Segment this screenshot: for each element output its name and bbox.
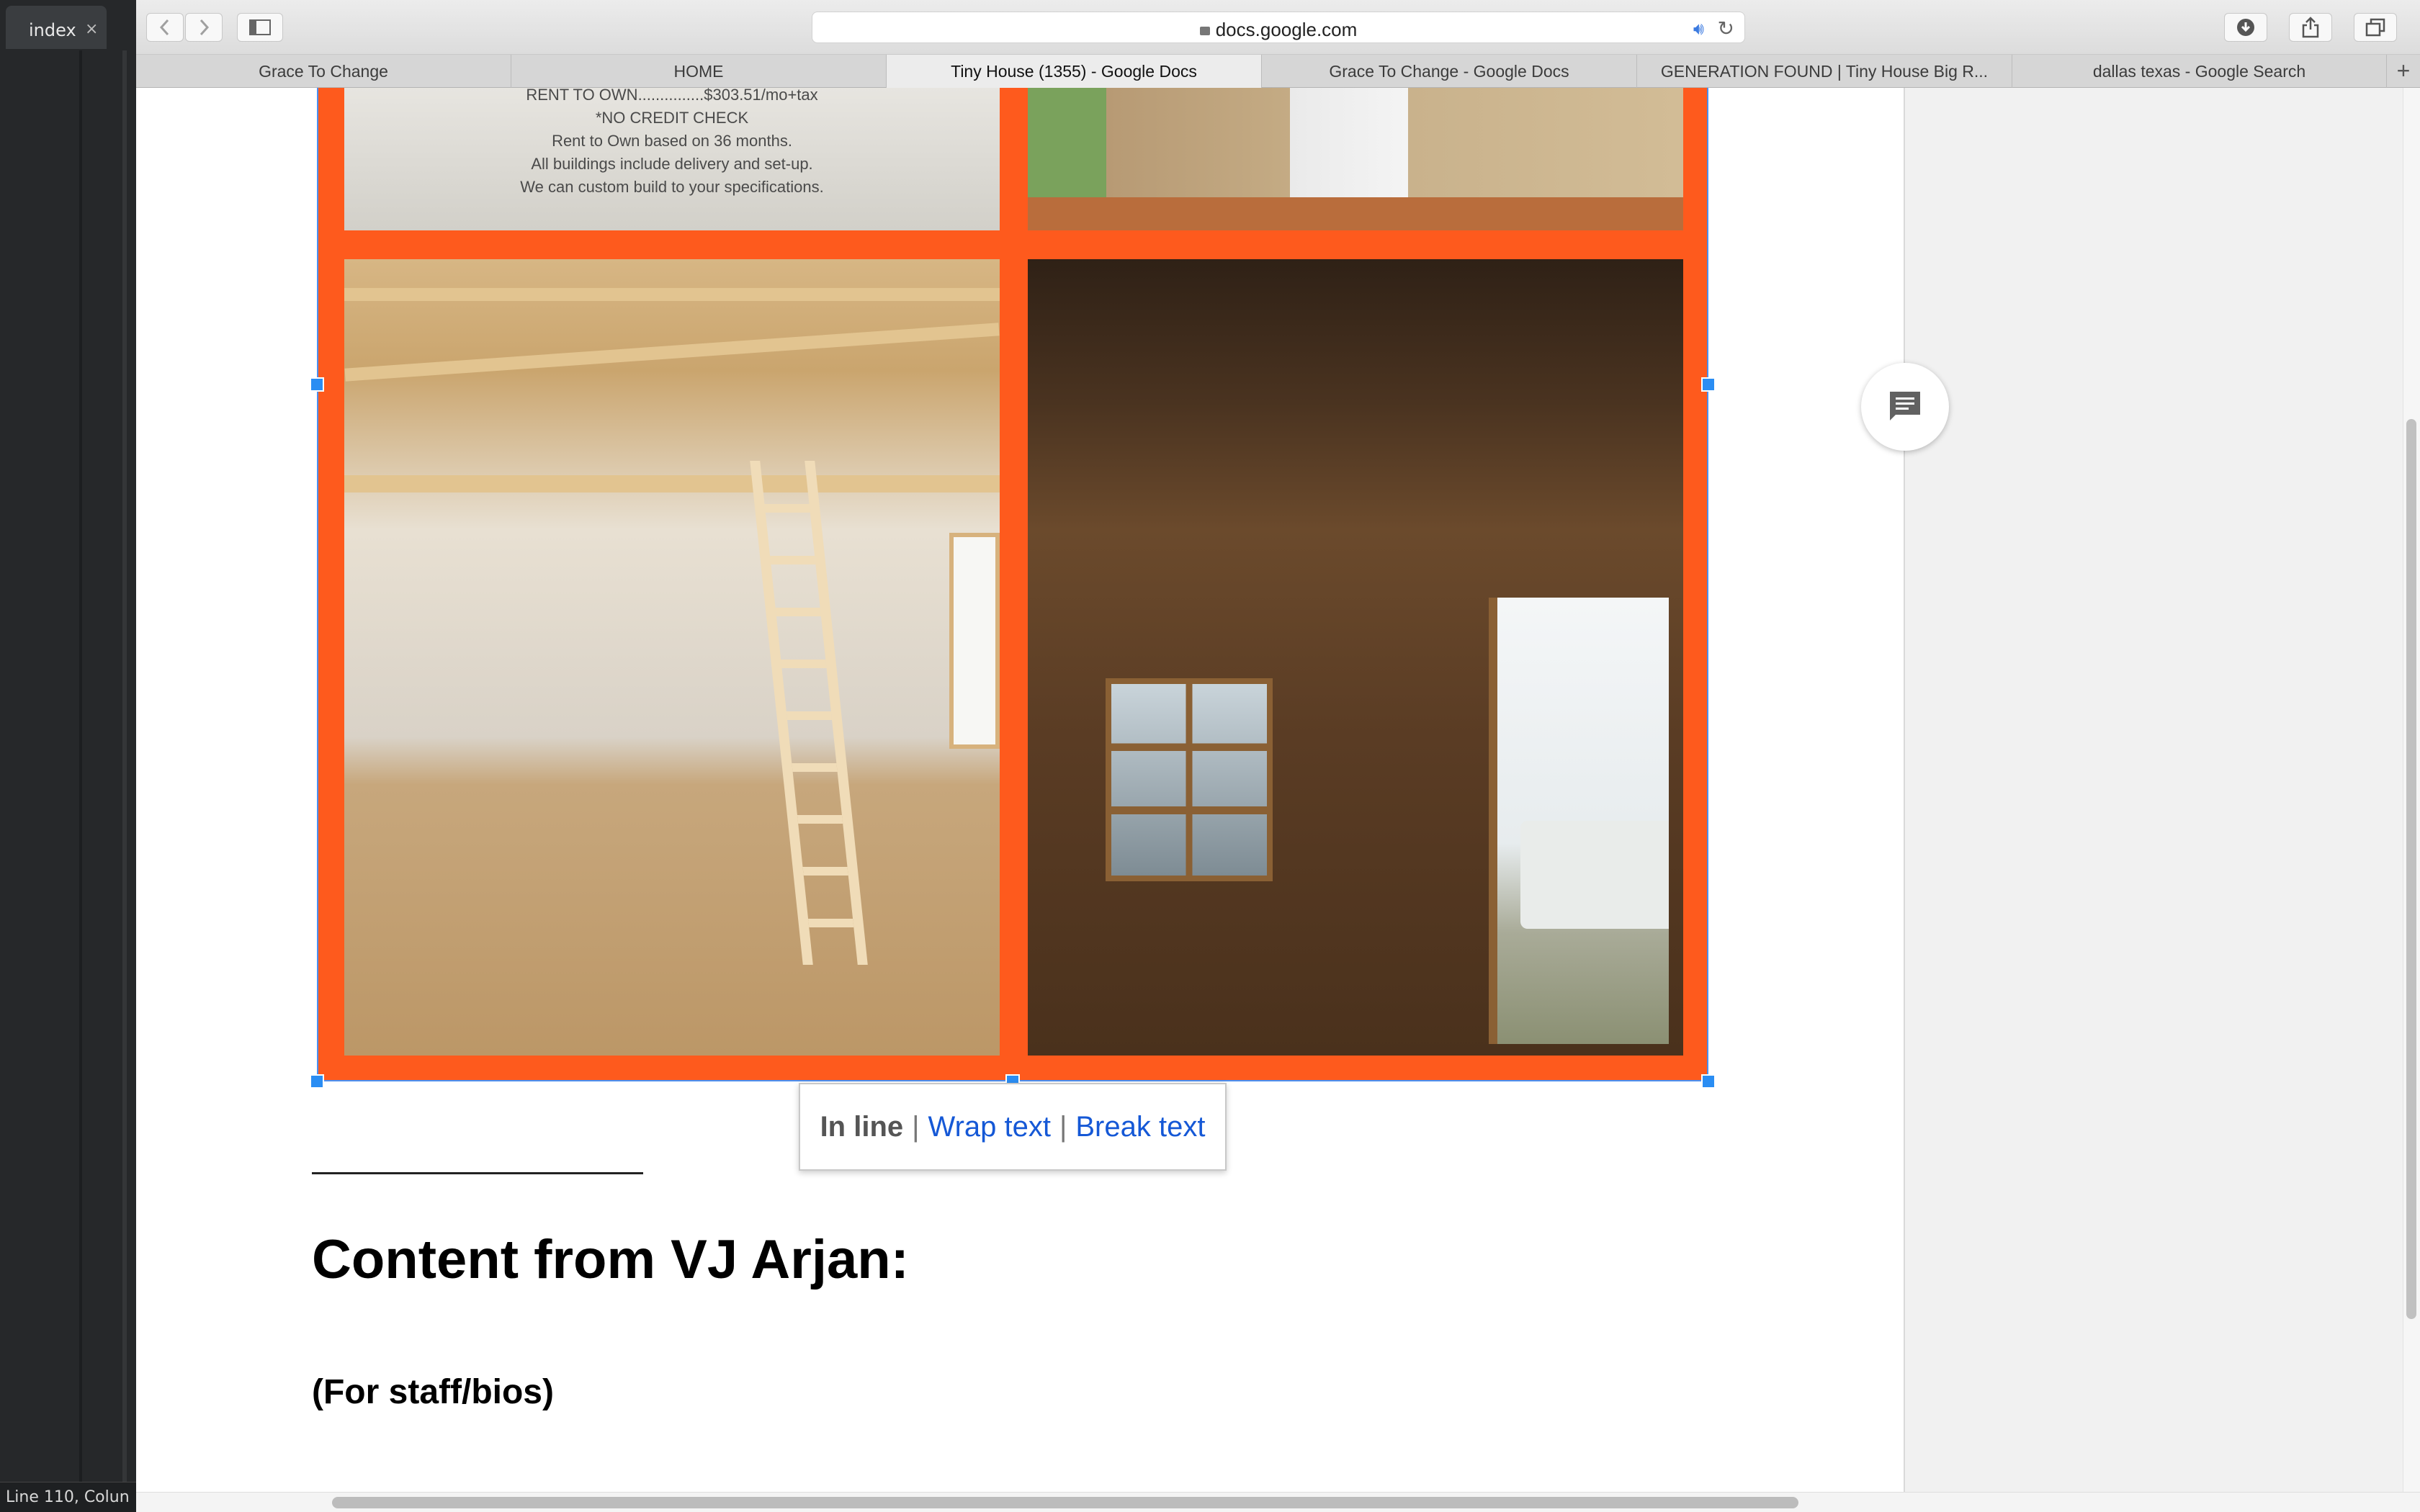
reload-icon[interactable]: ↻ xyxy=(1718,17,1734,40)
resize-handle-bottom-left[interactable] xyxy=(310,1074,324,1089)
horizontal-rule xyxy=(312,1172,643,1174)
editor-cursor-position: Line 110, Colun xyxy=(6,1488,130,1506)
speaker-icon[interactable]: 🔊︎ xyxy=(1693,19,1704,40)
tab-dallas-texas-search[interactable]: dallas texas - Google Search xyxy=(2012,55,2387,88)
tab-tiny-house-doc[interactable]: Tiny House (1355) - Google Docs xyxy=(887,55,1262,88)
horizontal-scroll-thumb[interactable] xyxy=(332,1497,1798,1508)
sidebar-toggle-button[interactable] xyxy=(237,13,283,42)
vertical-scrollbar[interactable] xyxy=(2403,88,2420,1492)
forward-button[interactable] xyxy=(185,13,223,42)
address-bar-url: docs.google.com xyxy=(1215,19,1358,40)
lock-icon xyxy=(1199,27,1210,35)
editor-divider[interactable] xyxy=(122,50,127,1483)
add-comment-button[interactable] xyxy=(1861,363,1949,451)
tab-home[interactable]: HOME xyxy=(511,55,887,88)
tab-grace-to-change-doc[interactable]: Grace To Change - Google Docs xyxy=(1262,55,1637,88)
browser-toolbar: docs.google.com 🔊︎ ↻ xyxy=(136,0,2420,55)
image-wrap-options: In line | Wrap text | Break text xyxy=(799,1083,1227,1171)
wrap-text-option[interactable]: Wrap text xyxy=(928,1111,1051,1143)
editor-tab-index[interactable]: index × xyxy=(6,6,107,49)
download-icon xyxy=(2237,19,2254,36)
resize-handle-left[interactable] xyxy=(310,377,324,392)
vertical-scroll-thumb[interactable] xyxy=(2406,419,2416,1319)
back-button[interactable] xyxy=(146,13,184,42)
chevron-left-icon xyxy=(159,19,169,36)
sidebar-icon xyxy=(249,19,271,35)
section-heading[interactable]: Content from VJ Arjan: xyxy=(312,1228,909,1291)
share-icon xyxy=(2302,17,2319,38)
editor-tab-label: index xyxy=(29,20,76,40)
separator: | xyxy=(912,1110,920,1143)
tabs-icon xyxy=(2365,18,2385,37)
resize-handle-right[interactable] xyxy=(1701,377,1716,392)
horizontal-scrollbar[interactable] xyxy=(136,1492,2420,1512)
code-editor-panel: index × Line 110, Colun xyxy=(0,0,136,1512)
downloads-button[interactable] xyxy=(2224,13,2267,42)
tab-grace-to-change[interactable]: Grace To Change xyxy=(136,55,511,88)
address-bar-url-wrap: docs.google.com xyxy=(812,19,1744,41)
break-text-option[interactable]: Break text xyxy=(1075,1111,1205,1143)
browser-tab-bar: Grace To Change HOME Tiny House (1355) -… xyxy=(136,55,2420,88)
close-icon[interactable]: × xyxy=(85,20,98,38)
share-button[interactable] xyxy=(2289,13,2332,42)
chevron-right-icon xyxy=(200,19,210,36)
new-tab-button[interactable]: + xyxy=(2387,55,2420,88)
address-bar[interactable]: docs.google.com 🔊︎ ↻ xyxy=(812,12,1745,43)
comment-icon xyxy=(1890,392,1920,420)
document-right-margin xyxy=(1904,88,2403,1492)
resize-handle-bottom-right[interactable] xyxy=(1701,1074,1716,1089)
in-line-option[interactable]: In line xyxy=(820,1111,904,1143)
separator: | xyxy=(1059,1110,1067,1143)
image-selection-border xyxy=(317,88,1708,1081)
tab-overview-button[interactable] xyxy=(2354,13,2397,42)
section-subheading[interactable]: (For staff/bios) xyxy=(312,1372,554,1412)
tab-generation-found[interactable]: GENERATION FOUND | Tiny House Big R... xyxy=(1637,55,2012,88)
editor-status-bar: Line 110, Colun xyxy=(0,1482,136,1512)
editor-gutter xyxy=(79,50,82,1483)
